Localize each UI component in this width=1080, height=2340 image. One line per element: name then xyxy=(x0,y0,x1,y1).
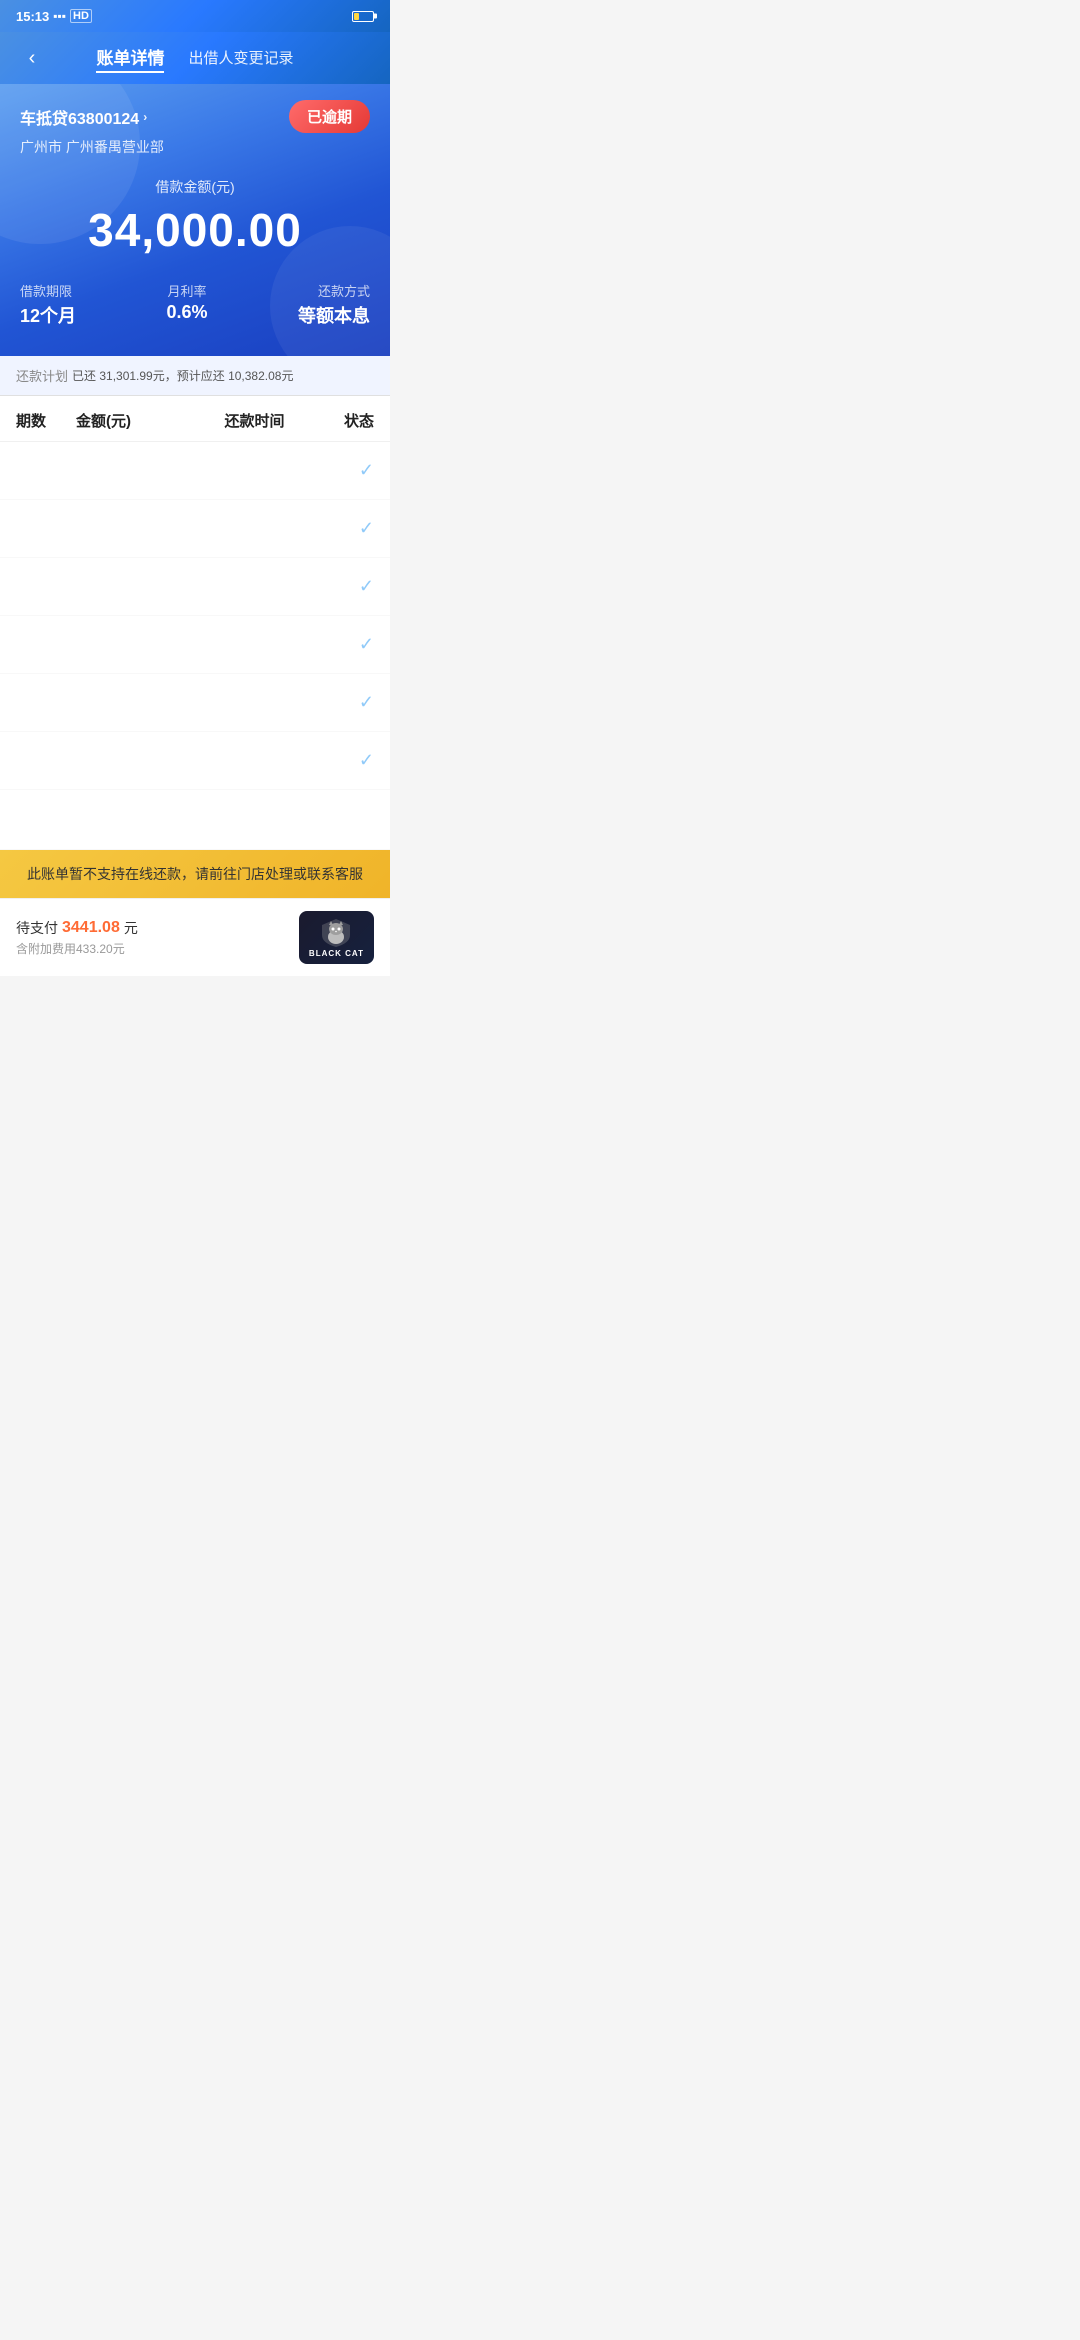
summary-bar: 还款计划 已还 31,301.99元，预计应还 10,382.08元 xyxy=(0,356,390,396)
table-row: ✓ xyxy=(0,500,390,558)
overdue-badge: 已逾期 xyxy=(289,100,370,133)
loan-amount: 34,000.00 xyxy=(20,203,370,257)
loan-rate: 月利率 0.6% xyxy=(167,281,208,328)
loan-amount-label: 借款金额(元) xyxy=(20,177,370,197)
loan-branch: 广州市 广州番禺营业部 xyxy=(20,137,370,157)
back-icon: ‹ xyxy=(29,47,36,70)
black-cat-logo[interactable]: BLACK CAT xyxy=(299,911,374,964)
black-cat-label: BLACK CAT xyxy=(309,949,364,958)
cell-status-3: ✓ xyxy=(314,576,374,597)
table-body: ✓ ✓ ✓ ✓ ✓ ✓ xyxy=(0,442,390,850)
signal-icon: ▪▪▪ xyxy=(53,9,66,23)
pending-label-text: 待支付 xyxy=(16,918,58,938)
rate-value: 0.6% xyxy=(167,302,208,323)
method-value: 等额本息 xyxy=(298,302,370,328)
footer: 待支付 3441.08 元 含附加费用433.20元 xyxy=(0,898,390,976)
pending-amount: 3441.08 xyxy=(62,919,120,937)
repayment-plan-label: 还款计划 xyxy=(16,366,68,385)
rate-label: 月利率 xyxy=(167,281,208,300)
status-left: 15:13 ▪▪▪ HD xyxy=(16,9,92,24)
cell-status-6: ✓ xyxy=(314,750,374,771)
tab-lender-history[interactable]: 出借人变更记录 xyxy=(188,47,293,70)
extra-fee: 含附加费用433.20元 xyxy=(16,940,138,957)
table-row xyxy=(0,790,390,850)
loan-term: 借款期限 12个月 xyxy=(20,281,76,328)
term-value: 12个月 xyxy=(20,302,76,328)
term-label: 借款期限 xyxy=(20,281,76,300)
time-display: 15:13 xyxy=(16,9,49,24)
cell-status-2: ✓ xyxy=(314,518,374,539)
cell-status-5: ✓ xyxy=(314,692,374,713)
col-header-amount: 金额(元) xyxy=(76,410,195,431)
footer-left: 待支付 3441.08 元 含附加费用433.20元 xyxy=(16,918,138,957)
header: ‹ 账单详情 出借人变更记录 xyxy=(0,32,390,84)
table-row: ✓ xyxy=(0,442,390,500)
table-header: 期数 金额(元) 还款时间 状态 xyxy=(0,396,390,442)
back-button[interactable]: ‹ xyxy=(16,42,48,74)
header-tabs: 账单详情 出借人变更记录 xyxy=(48,44,342,73)
tab-bill-detail[interactable]: 账单详情 xyxy=(96,44,164,73)
pending-label: 待支付 3441.08 元 xyxy=(16,918,138,938)
col-header-period: 期数 xyxy=(16,410,76,431)
loan-id[interactable]: 车抵贷63800124 › xyxy=(20,105,147,129)
loan-title-row: 车抵贷63800124 › 已逾期 xyxy=(20,100,370,133)
table-row: ✓ xyxy=(0,674,390,732)
battery-icon xyxy=(352,11,374,22)
col-header-status: 状态 xyxy=(314,410,374,431)
loan-method: 还款方式 等额本息 xyxy=(298,281,370,328)
repayment-summary-text: 已还 31,301.99元，预计应还 10,382.08元 xyxy=(72,367,293,384)
loan-id-chevron: › xyxy=(143,110,147,124)
cell-status-1: ✓ xyxy=(314,460,374,481)
notice-bar: 此账单暂不支持在线还款，请前往门店处理或联系客服 xyxy=(0,850,390,898)
table-row: ✓ xyxy=(0,558,390,616)
loan-card: 车抵贷63800124 › 已逾期 广州市 广州番禺营业部 借款金额(元) 34… xyxy=(0,84,390,356)
status-bar: 15:13 ▪▪▪ HD xyxy=(0,0,390,32)
notice-text: 此账单暂不支持在线还款，请前往门店处理或联系客服 xyxy=(27,866,363,882)
status-right xyxy=(352,11,374,22)
method-label: 还款方式 xyxy=(298,281,370,300)
table-row: ✓ xyxy=(0,616,390,674)
col-header-date: 还款时间 xyxy=(195,410,314,431)
loan-id-text: 车抵贷63800124 xyxy=(20,105,139,129)
hd-label: HD xyxy=(70,9,92,23)
cell-status-4: ✓ xyxy=(314,634,374,655)
table-row: ✓ xyxy=(0,732,390,790)
black-cat-icon xyxy=(318,917,354,947)
loan-meta: 借款期限 12个月 月利率 0.6% 还款方式 等额本息 xyxy=(20,281,370,328)
battery-fill xyxy=(354,13,359,20)
pending-unit: 元 xyxy=(124,918,138,938)
